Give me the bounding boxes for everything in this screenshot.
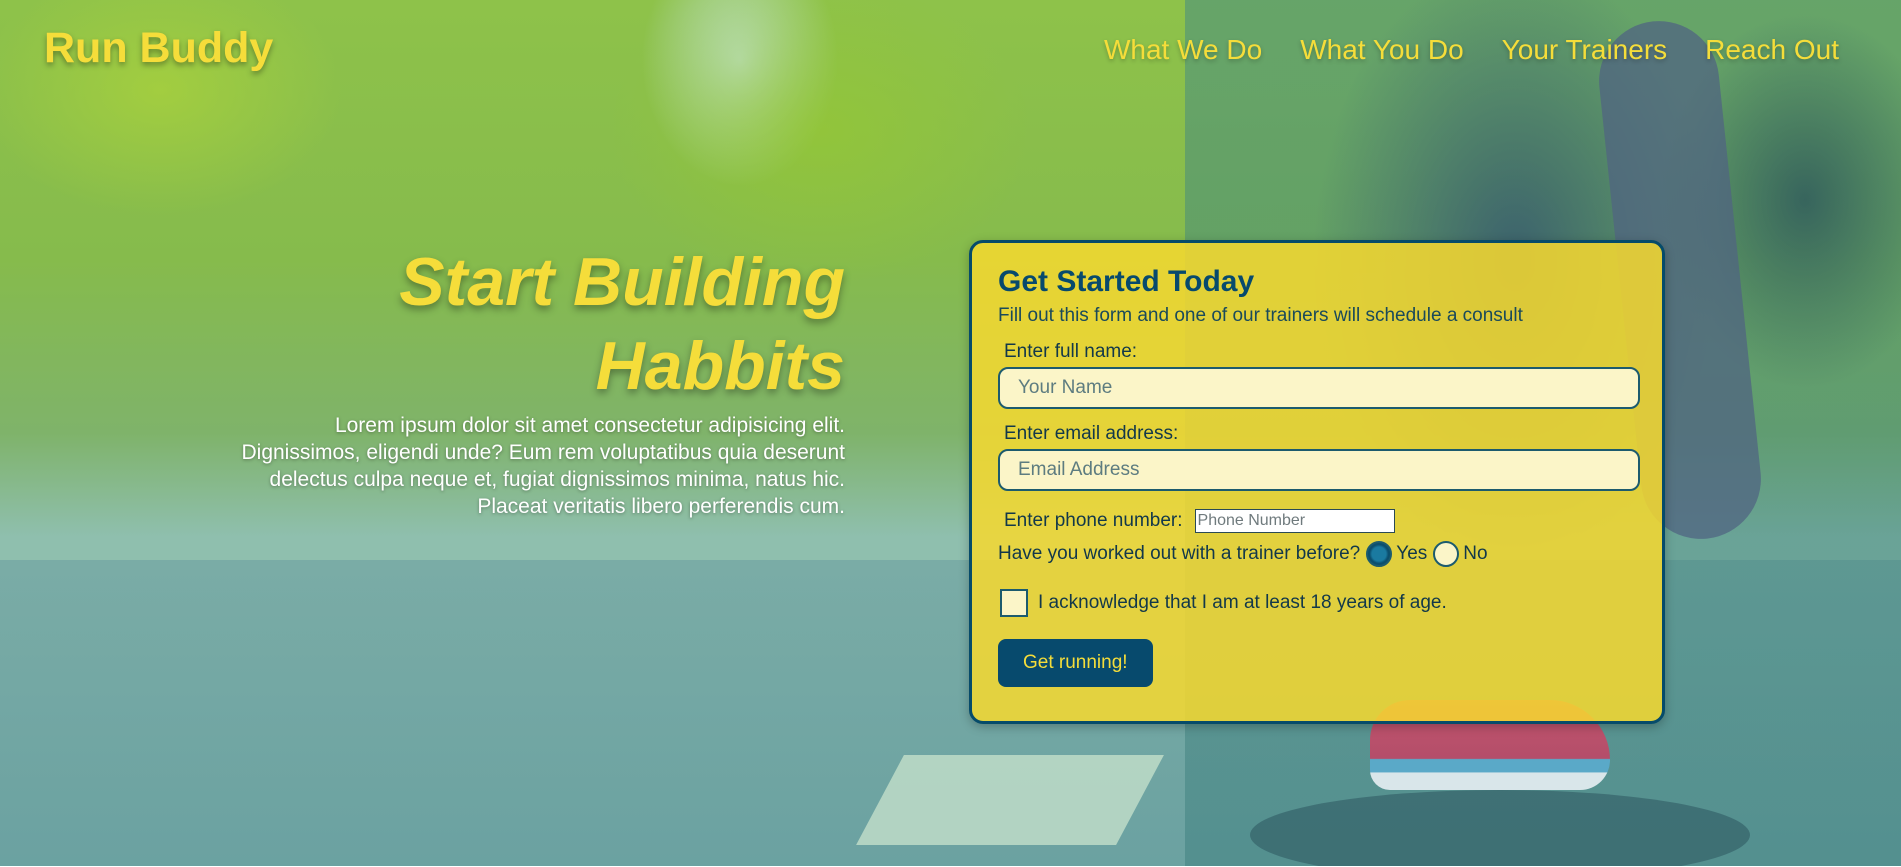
- name-label: Enter full name:: [1004, 341, 1138, 362]
- email-input[interactable]: [998, 449, 1640, 491]
- trainer-question-row: Have you worked out with a trainer befor…: [998, 541, 1636, 567]
- no-radio[interactable]: [1433, 541, 1460, 567]
- nav-link-what-you-do[interactable]: What You Do: [1300, 34, 1463, 66]
- nav-link-your-trainers[interactable]: Your Trainers: [1502, 34, 1668, 66]
- main-nav: What We Do What You Do Your Trainers Rea…: [1104, 34, 1839, 66]
- phone-input[interactable]: [1194, 509, 1395, 533]
- name-input[interactable]: [998, 367, 1640, 409]
- age-acknowledge-row: I acknowledge that I am at least 18 year…: [998, 589, 1636, 617]
- yes-radio-label[interactable]: Yes: [1396, 543, 1427, 565]
- email-label: Enter email address:: [1004, 423, 1179, 444]
- site-logo[interactable]: Run Buddy: [44, 24, 273, 73]
- no-radio-label[interactable]: No: [1463, 543, 1487, 565]
- nav-link-reach-out[interactable]: Reach Out: [1705, 34, 1839, 66]
- hero-body-text: Lorem ipsum dolor sit amet consectetur a…: [241, 414, 845, 518]
- get-running-button[interactable]: Get running!: [998, 639, 1153, 687]
- phone-row: Enter phone number:: [998, 509, 1636, 533]
- road-marking: [856, 755, 1164, 845]
- get-started-form: Get Started Today Fill out this form and…: [969, 240, 1665, 724]
- hero-intro: Start Building Habbits Lorem ipsum dolor…: [220, 240, 845, 520]
- form-title: Get Started Today: [998, 265, 1255, 298]
- phone-label: Enter phone number:: [1004, 510, 1183, 531]
- yes-radio[interactable]: [1366, 541, 1393, 567]
- hero-title: Start Building Habbits: [399, 244, 845, 404]
- age-checkbox[interactable]: [1000, 589, 1028, 617]
- nav-link-what-we-do[interactable]: What We Do: [1104, 34, 1262, 66]
- trainer-question-label: Have you worked out with a trainer befor…: [998, 543, 1361, 564]
- age-checkbox-label[interactable]: I acknowledge that I am at least 18 year…: [1038, 592, 1447, 614]
- form-subtitle: Fill out this form and one of our traine…: [998, 305, 1523, 326]
